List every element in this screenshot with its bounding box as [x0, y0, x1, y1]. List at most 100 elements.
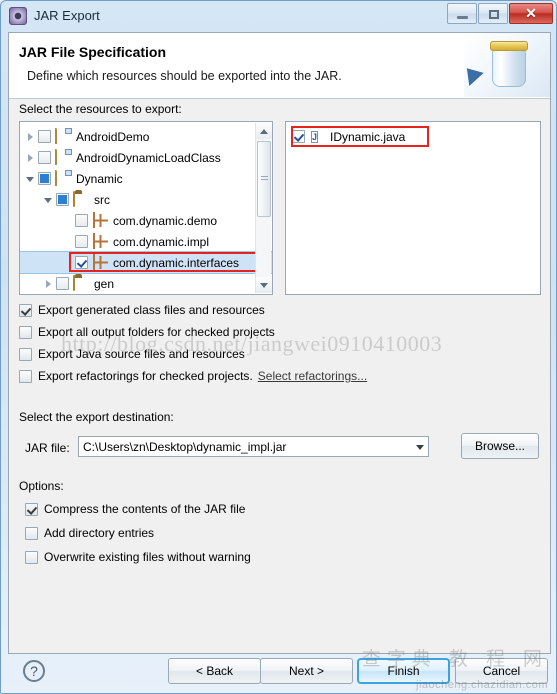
back-button[interactable]: < Back: [168, 658, 261, 684]
scroll-up-icon[interactable]: [256, 123, 272, 139]
checkbox-icon[interactable]: [25, 550, 38, 564]
checkbox-label: Export all output folders for checked pr…: [38, 325, 275, 339]
checkbox-label: Export Java source files and resources: [38, 347, 245, 361]
chevron-down-icon[interactable]: [42, 193, 55, 206]
tree-item-label: com.dynamic.interfaces: [113, 255, 240, 270]
checkbox-export-all-output-folders[interactable]: Export all output folders for checked pr…: [19, 325, 275, 339]
checkbox-icon[interactable]: [19, 369, 32, 383]
options-label: Options:: [19, 479, 64, 493]
tree-item-label: com.dynamic.impl: [113, 234, 210, 249]
select-refactorings-link[interactable]: Select refactorings...: [258, 369, 367, 383]
chevron-right-icon[interactable]: [24, 151, 37, 164]
checkbox-label: Overwrite existing files without warning: [44, 550, 251, 564]
help-icon[interactable]: ?: [23, 660, 45, 682]
package-icon: [92, 212, 109, 228]
java-file-icon: J: [311, 131, 319, 143]
jar-file-label: JAR file:: [25, 441, 70, 455]
checkbox-icon[interactable]: [19, 347, 32, 361]
checkbox-export-refactorings[interactable]: Export refactorings for checked projects…: [19, 369, 367, 383]
source-folder-icon: [73, 275, 90, 291]
checkbox-label: Compress the contents of the JAR file: [44, 502, 246, 516]
java-project-icon: [55, 128, 72, 144]
dialog-content: JAR File Specification Define which reso…: [8, 32, 551, 654]
checkbox-label: Export refactorings for checked projects…: [38, 369, 253, 383]
java-project-icon: [55, 170, 72, 186]
page-subtitle: Define which resources should be exporte…: [27, 69, 342, 83]
tree-row-partial[interactable]: [20, 294, 272, 295]
minimize-button[interactable]: [447, 3, 477, 24]
close-button[interactable]: ✕: [509, 3, 553, 24]
tree-item-label: AndroidDemo: [76, 129, 150, 144]
dialog-header: JAR File Specification Define which reso…: [9, 33, 550, 99]
checkbox-export-generated-class-files[interactable]: Export generated class files and resourc…: [19, 303, 265, 317]
dialog-footer: ? < Back Next > Finish Cancel: [8, 654, 551, 692]
tree-item-label: Dynamic: [76, 171, 123, 186]
checkbox-overwrite-existing-files[interactable]: Overwrite existing files without warning: [25, 550, 251, 564]
tree-checkbox[interactable]: [38, 151, 51, 164]
chevron-right-icon[interactable]: [24, 130, 37, 143]
checkbox-label: Export generated class files and resourc…: [38, 303, 265, 317]
checkbox-icon[interactable]: [25, 526, 38, 540]
page-title: JAR File Specification: [19, 44, 167, 60]
package-icon: [92, 233, 109, 249]
tree-row-selected[interactable]: com.dynamic.interfaces: [20, 251, 272, 274]
tree-checkbox[interactable]: [38, 130, 51, 143]
next-button[interactable]: Next >: [260, 658, 353, 684]
checkbox-icon[interactable]: [25, 502, 38, 516]
title-bar: JAR Export ✕: [1, 1, 556, 31]
window-controls: ✕: [446, 3, 553, 25]
tree-checkbox[interactable]: [56, 193, 69, 206]
chevron-right-icon[interactable]: [42, 294, 55, 295]
tree-checkbox-checked[interactable]: [75, 256, 88, 269]
scroll-thumb[interactable]: [257, 141, 271, 217]
tree-checkbox[interactable]: [75, 214, 88, 227]
tree-item-label: com.dynamic.demo: [113, 213, 218, 228]
tree-item-label: AndroidDynamicLoadClass: [76, 150, 221, 165]
maximize-button[interactable]: [478, 3, 508, 24]
file-row[interactable]: J IDynamic.java: [286, 126, 540, 147]
tree-item-label: gen: [94, 276, 115, 291]
chevron-down-icon[interactable]: [411, 437, 428, 456]
checkbox-icon[interactable]: [19, 325, 32, 339]
java-project-icon: [55, 149, 72, 165]
cancel-button[interactable]: Cancel: [455, 658, 548, 684]
tree-row[interactable]: com.dynamic.impl: [20, 231, 272, 252]
file-label: IDynamic.java: [330, 129, 406, 144]
checkbox-label: Add directory entries: [44, 526, 155, 540]
tree-rows: AndroidDemo AndroidDynamicLoadClass Dyna…: [20, 122, 272, 295]
tree-row[interactable]: AndroidDemo: [20, 126, 272, 147]
source-folder-icon: [73, 191, 90, 207]
chevron-down-icon[interactable]: [24, 172, 37, 185]
tree-item-label: src: [94, 192, 110, 207]
tree-row[interactable]: gen: [20, 273, 272, 294]
window-title: JAR Export: [34, 8, 100, 23]
jar-file-input[interactable]: C:\Users\zn\Desktop\dynamic_impl.jar: [78, 436, 429, 457]
jar-file-value: C:\Users\zn\Desktop\dynamic_impl.jar: [83, 439, 287, 454]
checkbox-add-directory-entries[interactable]: Add directory entries: [25, 526, 154, 540]
file-list[interactable]: J IDynamic.java: [285, 121, 541, 295]
tree-row[interactable]: com.dynamic.demo: [20, 210, 272, 231]
resource-tree[interactable]: AndroidDemo AndroidDynamicLoadClass Dyna…: [19, 121, 273, 295]
finish-button[interactable]: Finish: [357, 658, 450, 684]
tree-row[interactable]: src: [20, 189, 272, 210]
dialog-body: Select the resources to export: AndroidD…: [9, 99, 550, 655]
tree-checkbox[interactable]: [38, 172, 51, 185]
tree-checkbox[interactable]: [75, 235, 88, 248]
tree-checkbox[interactable]: [56, 277, 69, 290]
checkbox-export-java-source-files[interactable]: Export Java source files and resources: [19, 347, 245, 361]
tree-row[interactable]: Dynamic: [20, 168, 272, 189]
chevron-right-icon[interactable]: [42, 277, 55, 290]
destination-label: Select the export destination:: [19, 410, 174, 424]
file-checkbox-checked[interactable]: [292, 130, 305, 143]
jar-export-icon: [9, 7, 27, 25]
tree-checkbox[interactable]: [56, 294, 69, 295]
browse-button[interactable]: Browse...: [461, 433, 539, 459]
scroll-down-icon[interactable]: [256, 277, 272, 293]
checkbox-compress-contents[interactable]: Compress the contents of the JAR file: [25, 502, 245, 516]
tree-row[interactable]: AndroidDynamicLoadClass: [20, 147, 272, 168]
resources-label: Select the resources to export:: [19, 102, 182, 116]
checkbox-icon[interactable]: [19, 303, 32, 317]
jar-export-window: JAR Export ✕ JAR File Specification Defi…: [0, 0, 557, 694]
tree-vertical-scrollbar[interactable]: [255, 123, 272, 293]
package-icon: [92, 254, 109, 270]
